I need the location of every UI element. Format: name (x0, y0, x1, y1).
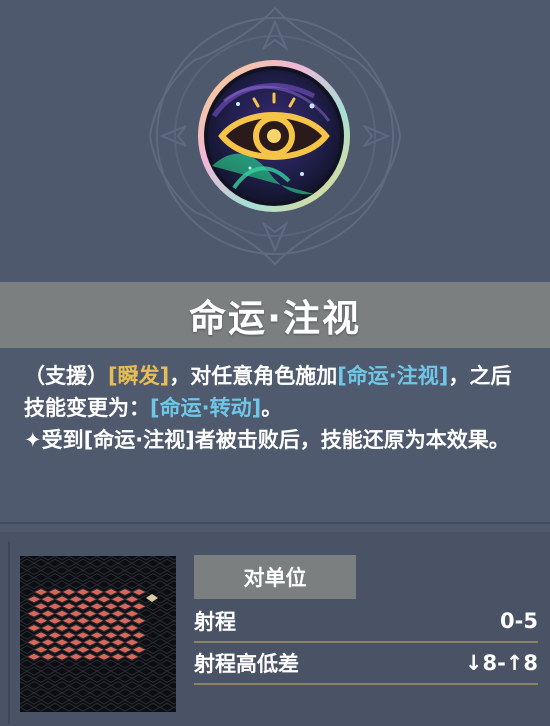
stat-label-range: 射程 (194, 610, 236, 634)
keyword-fate-turn: [命运·转动] (150, 396, 262, 420)
description-para-2: ✦受到[命运·注视]者被击败后，技能还原为本效果。 (24, 428, 510, 452)
section-divider (0, 522, 550, 524)
stat-value-height-diff: ↓8-↑8 (464, 651, 538, 675)
stat-row-height-diff: 射程高低差 ↓8-↑8 (194, 645, 538, 681)
target-type-tag: 对单位 (194, 555, 356, 599)
skill-card: 命运·注视 （支援）[瞬发]，对任意角色施加[命运·注视]，之后技能变更为：[命… (0, 0, 550, 726)
desc-apply: ，对任意角色施加 (169, 364, 338, 388)
stat-divider (194, 641, 538, 643)
emblem-area (0, 0, 550, 282)
keyword-instant: [瞬发] (108, 364, 170, 388)
keyword-fate-gaze: [命运·注视] (337, 364, 449, 388)
stat-row-range: 射程 0-5 (194, 603, 538, 639)
description-para-1: （支援）[瞬发]，对任意角色施加[命运·注视]，之后技能变更为：[命运·转动]。 (24, 360, 528, 424)
skill-icon (194, 56, 354, 216)
stat-divider (194, 683, 538, 685)
skill-title: 命运·注视 (188, 297, 362, 340)
desc-support: （支援） (24, 364, 108, 388)
title-bar: 命运·注视 (0, 282, 550, 348)
skill-description: （支援）[瞬发]，对任意角色施加[命运·注视]，之后技能变更为：[命运·转动]。… (24, 360, 528, 456)
stat-value-range: 0-5 (500, 609, 538, 633)
desc-end: 。 (261, 396, 283, 420)
stat-label-height-diff: 射程高低差 (194, 652, 299, 676)
range-minimap (20, 556, 176, 712)
